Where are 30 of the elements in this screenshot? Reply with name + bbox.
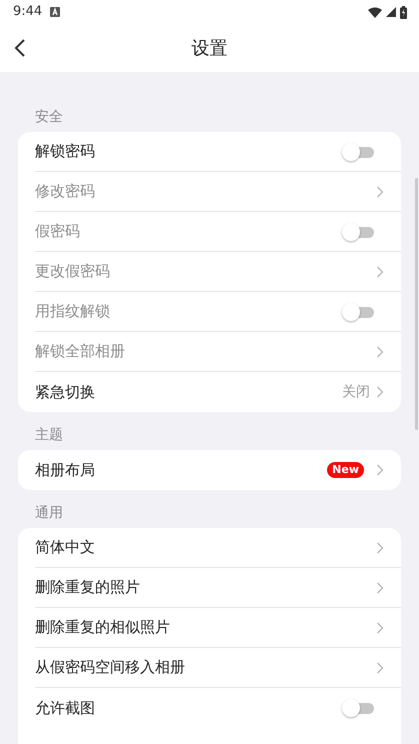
section-label: 通用 bbox=[34, 504, 64, 523]
setting-label[interactable]: 解锁密码 bbox=[35, 140, 342, 163]
toggle-switch[interactable] bbox=[342, 698, 374, 718]
setting-label[interactable]: 简体中文 bbox=[35, 536, 376, 559]
setting-label[interactable]: 从假密码空间移入相册 bbox=[35, 656, 376, 679]
setting-label[interactable]: 允许截图 bbox=[35, 696, 342, 720]
chevron-icon bbox=[376, 346, 384, 358]
new-badge: New bbox=[327, 462, 364, 478]
chevron-icon bbox=[376, 464, 384, 476]
section-label: 安全 bbox=[34, 108, 64, 127]
section-label: 主题 bbox=[34, 426, 64, 445]
page-title: 设置 bbox=[192, 36, 228, 60]
status-time: 9:44 bbox=[13, 3, 42, 22]
chevron-icon bbox=[376, 662, 384, 674]
setting-value: 关闭 bbox=[342, 382, 370, 402]
setting-label[interactable]: 删除重复的相似照片 bbox=[35, 616, 376, 639]
battery-icon bbox=[400, 6, 407, 18]
chevron-icon bbox=[376, 266, 384, 278]
toggle-switch[interactable] bbox=[342, 142, 374, 162]
chevron-icon bbox=[376, 582, 384, 594]
setting-label[interactable]: 紧急切换 bbox=[35, 380, 342, 404]
chevron-icon bbox=[376, 542, 384, 554]
setting-label[interactable]: 删除重复的照片 bbox=[35, 576, 376, 599]
chevron-icon bbox=[376, 186, 384, 198]
wifi-icon bbox=[368, 6, 382, 18]
signal-icon bbox=[386, 7, 396, 17]
chevron-icon bbox=[376, 386, 384, 398]
setting-label[interactable]: 相册布局 bbox=[35, 458, 328, 482]
notification-icon bbox=[50, 7, 60, 17]
chevron-icon bbox=[376, 622, 384, 634]
